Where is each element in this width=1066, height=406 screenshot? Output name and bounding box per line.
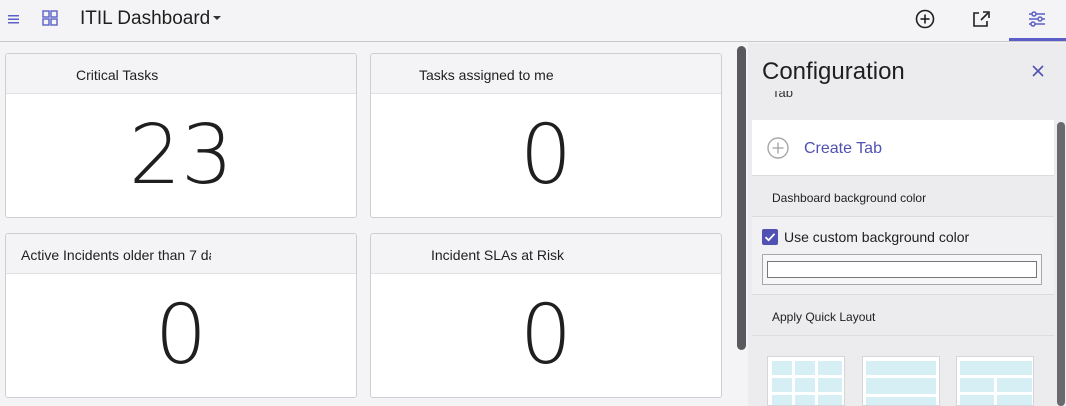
- quick-layout-option-3[interactable]: [956, 356, 1034, 406]
- top-bar: ITIL Dashboard: [0, 0, 1066, 42]
- bg-color-settings: Use custom background color: [752, 217, 1054, 295]
- widget-value[interactable]: 0: [6, 288, 356, 383]
- dashboard-title[interactable]: ITIL Dashboard: [80, 8, 210, 30]
- layout-cell: [818, 395, 842, 405]
- layout-cell: [866, 397, 936, 405]
- layout-cell: [795, 395, 815, 405]
- bg-color-input[interactable]: [767, 261, 1037, 278]
- quick-layout-section-label: Apply Quick Layout: [752, 296, 1054, 336]
- share-icon[interactable]: [968, 6, 994, 32]
- custom-bg-checkbox[interactable]: [762, 229, 778, 245]
- layout-cell: [960, 378, 994, 392]
- layout-cell: [866, 378, 936, 394]
- bg-color-field-wrapper: [762, 254, 1042, 285]
- caret-down-icon[interactable]: [212, 13, 222, 23]
- widget-title: Critical Tasks: [76, 67, 159, 83]
- layout-cell: [997, 395, 1032, 405]
- widget-header: Critical Tasks: [6, 54, 356, 94]
- widget-active-incidents[interactable]: Active Incidents older than 7 days 0: [5, 233, 357, 398]
- layout-cell: [772, 361, 792, 375]
- bg-color-section-label: Dashboard background color: [752, 177, 1054, 217]
- create-tab-label: Create Tab: [804, 140, 882, 157]
- close-icon[interactable]: [1030, 63, 1046, 79]
- add-circle-icon: [767, 137, 789, 159]
- layout-cell: [960, 361, 1032, 375]
- widget-title: Tasks assigned to me: [419, 67, 554, 83]
- active-tab-indicator: [1009, 38, 1066, 41]
- widget-value[interactable]: 0: [371, 108, 721, 203]
- hamburger-icon[interactable]: [6, 10, 24, 28]
- quick-layout-option-1[interactable]: [767, 356, 845, 406]
- widget-header: Tasks assigned to me: [371, 54, 721, 94]
- dashboard-grid-icon[interactable]: [41, 9, 59, 27]
- layout-cell: [960, 395, 994, 405]
- widget-title: Active Incidents older than 7 days: [21, 247, 211, 263]
- layout-cell: [772, 378, 792, 392]
- widget-incident-slas[interactable]: Incident SLAs at Risk 0: [370, 233, 722, 398]
- widget-header: Active Incidents older than 7 days: [6, 234, 356, 274]
- widget-critical-tasks[interactable]: Critical Tasks 23: [5, 53, 357, 218]
- create-tab-button[interactable]: Create Tab: [752, 120, 1054, 176]
- dashboard-scrollbar[interactable]: [737, 46, 746, 350]
- quick-layout-option-2[interactable]: [862, 356, 940, 406]
- custom-bg-label[interactable]: Use custom background color: [784, 229, 969, 245]
- sliders-icon[interactable]: [1024, 6, 1050, 32]
- layout-cell: [772, 395, 792, 405]
- layout-cell: [818, 378, 842, 392]
- panel-scrollbar[interactable]: [1057, 122, 1065, 406]
- add-circle-icon[interactable]: [912, 6, 938, 32]
- widget-title: Incident SLAs at Risk: [431, 247, 565, 263]
- layout-cell: [818, 361, 842, 375]
- widget-value[interactable]: 23: [6, 108, 356, 203]
- layout-cell: [997, 378, 1032, 392]
- widget-value[interactable]: 0: [371, 288, 721, 383]
- layout-cell: [795, 378, 815, 392]
- panel-title: Configuration: [762, 58, 905, 85]
- widget-header: Incident SLAs at Risk: [371, 234, 721, 274]
- tab-section-label-partial: Tab: [772, 91, 793, 100]
- widget-tasks-assigned[interactable]: Tasks assigned to me 0: [370, 53, 722, 218]
- layout-cell: [866, 361, 936, 375]
- layout-cell: [795, 361, 815, 375]
